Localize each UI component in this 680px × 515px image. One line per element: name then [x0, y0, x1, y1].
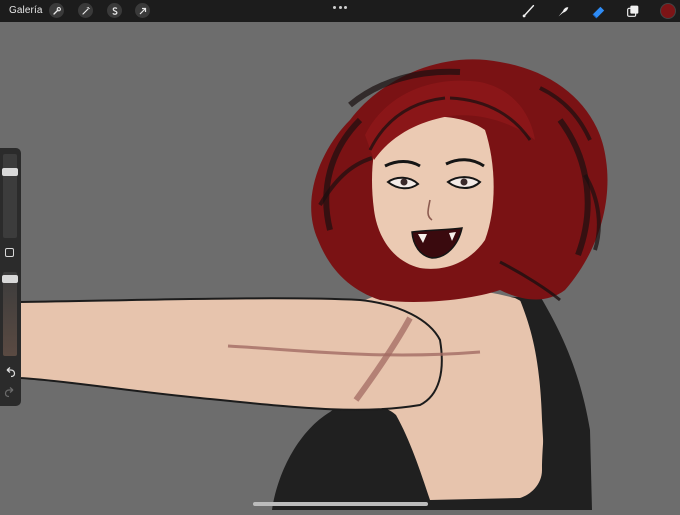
wrench-icon[interactable] — [49, 3, 64, 18]
drawing-canvas[interactable] — [0, 22, 680, 510]
transform-arrow-icon[interactable] — [135, 3, 150, 18]
redo-icon[interactable] — [4, 386, 16, 398]
opacity-slider[interactable] — [2, 272, 18, 356]
home-indicator[interactable] — [253, 502, 428, 506]
square-icon[interactable] — [5, 248, 14, 257]
top-toolbar: Galería — [0, 0, 680, 22]
undo-icon[interactable] — [4, 366, 16, 378]
brush-sidebar — [0, 148, 21, 406]
brush-icon[interactable] — [520, 2, 538, 20]
layers-icon[interactable] — [624, 2, 642, 20]
smudge-icon[interactable] — [554, 2, 572, 20]
brush-size-thumb[interactable] — [2, 168, 18, 176]
brush-size-slider[interactable] — [2, 154, 18, 238]
artwork-illustration — [19, 59, 608, 510]
ellipsis-icon[interactable] — [333, 1, 347, 13]
selection-s-icon[interactable] — [107, 3, 122, 18]
opacity-thumb[interactable] — [2, 275, 18, 283]
color-picker-button[interactable] — [660, 3, 676, 19]
gallery-button[interactable]: Galería — [9, 5, 43, 16]
eraser-icon[interactable] — [589, 2, 607, 20]
magic-wand-icon[interactable] — [78, 3, 93, 18]
